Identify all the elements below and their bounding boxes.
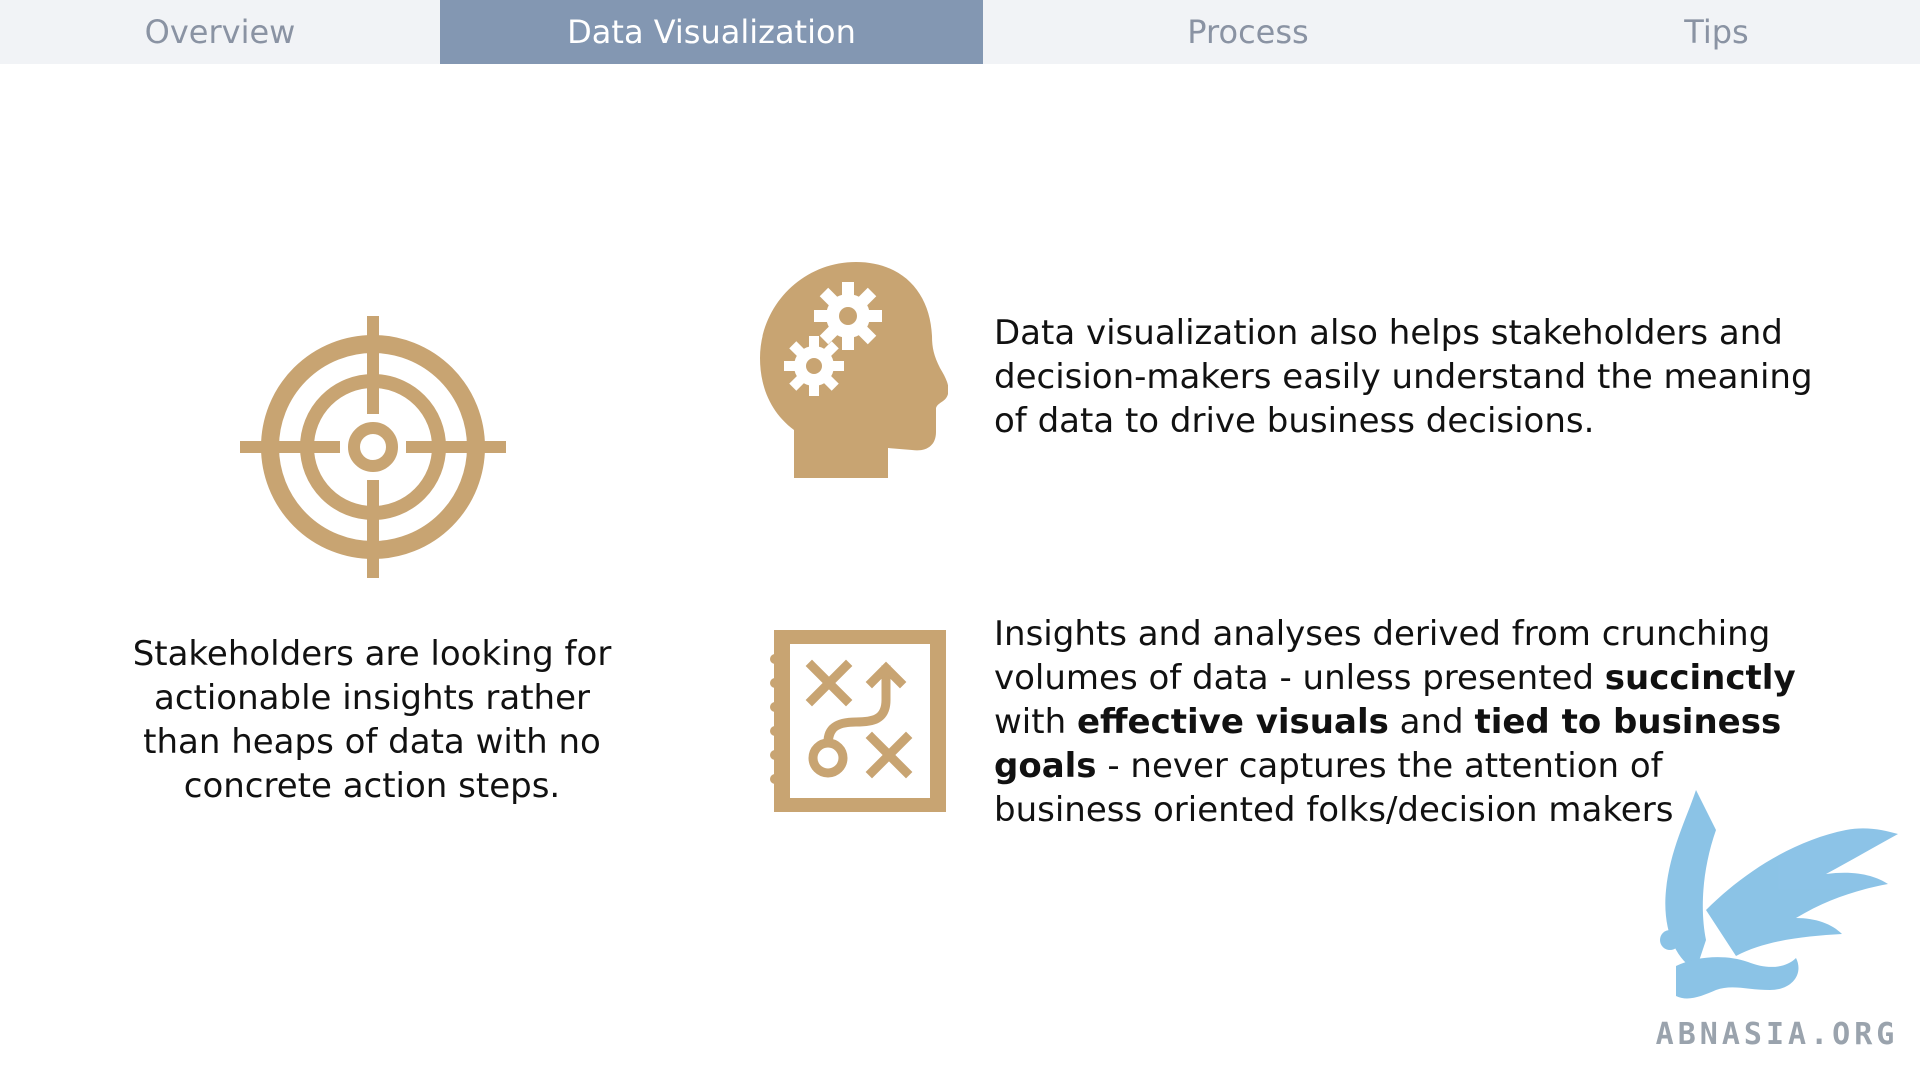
slide-page: Overview Data Visualization Process Tips (0, 0, 1920, 1080)
insights-text-part-4: - never captures the attention of busine… (994, 746, 1674, 830)
griffin-logo-icon (1660, 790, 1898, 999)
insights-text-part-2: with (994, 702, 1077, 742)
stakeholders-caption: Stakeholders are looking for actionable … (132, 634, 612, 806)
watermark-text: ABNASIA.ORG (1655, 1017, 1899, 1052)
strategy-notebook-icon (766, 630, 948, 812)
tab-tips[interactable]: Tips (1513, 0, 1920, 64)
data-viz-description: Data visualization also helps stakeholde… (994, 313, 1813, 441)
insights-bold-succinctly: succinctly (1604, 658, 1796, 698)
tab-process[interactable]: Process (983, 0, 1513, 64)
head-with-gears-icon (760, 262, 948, 478)
crosshair-target-icon (240, 316, 506, 578)
insights-text-part-3: and (1388, 702, 1475, 742)
tab-bar: Overview Data Visualization Process Tips (0, 0, 1920, 64)
insights-bold-effective-visuals: effective visuals (1076, 702, 1389, 742)
watermark-logo: ABNASIA.ORG (1636, 790, 1918, 1052)
tab-data-visualization[interactable]: Data Visualization (440, 0, 983, 64)
tab-overview[interactable]: Overview (0, 0, 440, 64)
